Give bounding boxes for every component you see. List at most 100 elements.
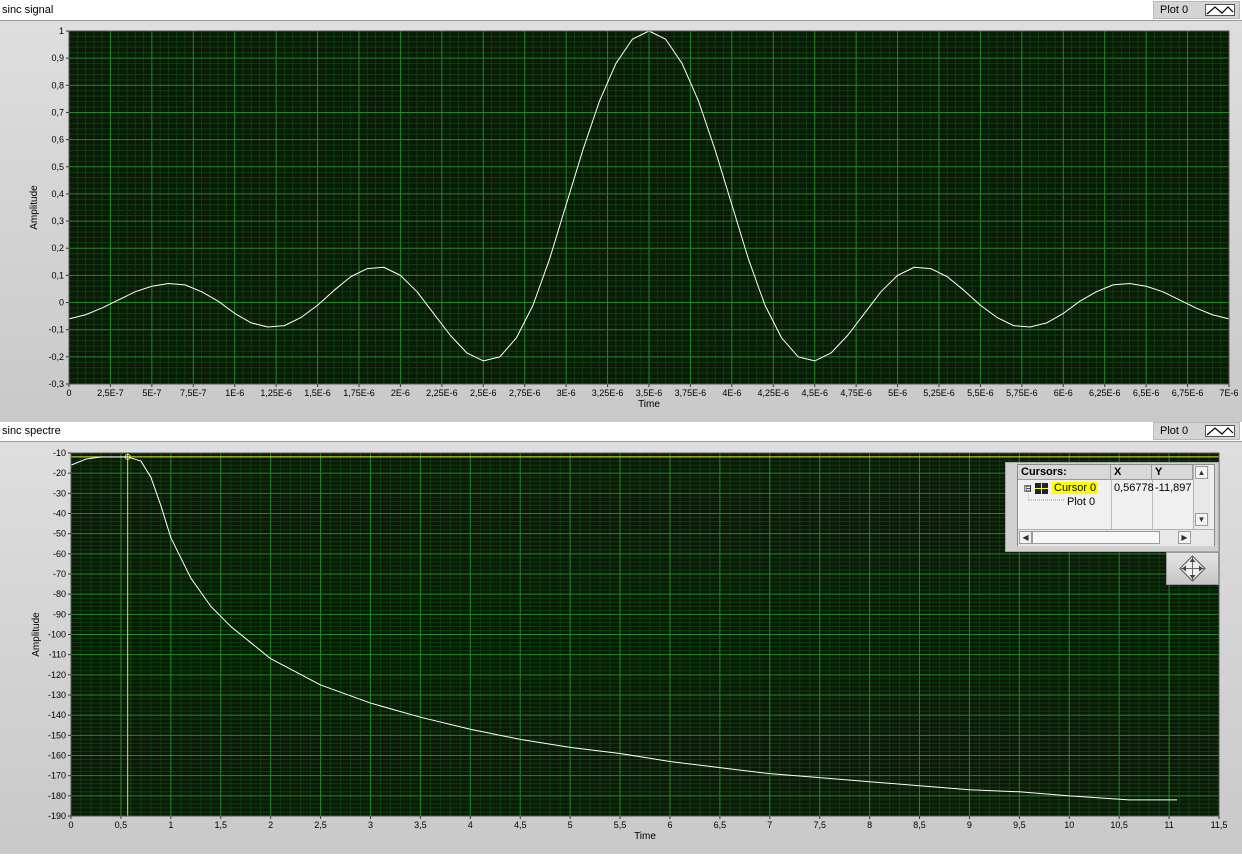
y-tick-label: -0,3 xyxy=(48,379,64,389)
x-tick-label: 11 xyxy=(1164,820,1173,830)
x-tick-label: 6,5E-6 xyxy=(1133,388,1160,398)
y-tick-label: 0,4 xyxy=(51,189,64,199)
cursor-x-value[interactable]: 0,56778 xyxy=(1114,482,1154,494)
x-tick-label: 11,5 xyxy=(1211,820,1228,830)
x-tick-label: 10,5 xyxy=(1110,820,1128,830)
sinc-signal-graph: sinc signal Plot 0 0 2,5E-7 5E-7 7,5E-7 1E-6… xyxy=(0,0,1242,422)
x-axis-label: Time xyxy=(634,831,656,842)
y-tick-label: -180 xyxy=(48,791,66,801)
y-tick-label: 0,8 xyxy=(51,80,64,90)
y-tick-label: -40 xyxy=(53,509,66,519)
y-tick-label: -190 xyxy=(48,811,66,821)
x-tick-label: 0 xyxy=(66,388,71,398)
plot-legend[interactable]: Plot 0 xyxy=(1153,422,1240,440)
y-tick-label: 0,5 xyxy=(51,162,64,172)
y-tick-label: -50 xyxy=(53,529,66,539)
y-tick-label: -60 xyxy=(53,549,66,559)
x-tick-label: 2 xyxy=(268,820,273,830)
x-tick-label: 7 xyxy=(767,820,772,830)
collapse-icon[interactable]: ⊟ xyxy=(1024,485,1032,493)
x-tick-label: 5E-6 xyxy=(888,388,907,398)
y-tick-label: -160 xyxy=(48,751,66,761)
y-tick-label: -90 xyxy=(53,609,66,619)
x-tick-label: 5,5E-6 xyxy=(967,388,994,398)
x-tick-label: 4 xyxy=(468,820,473,830)
y-tick-label: -20 xyxy=(53,468,66,478)
y-tick-label: -150 xyxy=(48,730,66,740)
x-tick-label: 3,5E-6 xyxy=(636,388,663,398)
tree-connector-icon xyxy=(1028,493,1064,501)
x-tick-label: 5,25E-6 xyxy=(923,388,955,398)
y-tick-label: -0,2 xyxy=(48,352,64,362)
y-tick-label: -120 xyxy=(48,670,66,680)
x-tick-label: 3 xyxy=(368,820,373,830)
y-tick-label: -110 xyxy=(49,650,66,660)
x-tick-label: 4E-6 xyxy=(722,388,741,398)
x-tick-label: 0 xyxy=(68,820,73,830)
x-tick-label: 4,25E-6 xyxy=(758,388,790,398)
y-tick-label: -0,1 xyxy=(48,325,64,335)
y-tick-label: 0,6 xyxy=(51,135,64,145)
x-tick-label: 0,5 xyxy=(115,820,128,830)
y-tick-label: 0,2 xyxy=(51,243,64,253)
line-style-icon xyxy=(1205,425,1235,437)
horizontal-scrollbar[interactable]: ◀ ▶ xyxy=(1018,529,1214,546)
x-tick-label: 3,75E-6 xyxy=(675,388,707,398)
x-tick-label: 2,5 xyxy=(314,820,327,830)
cursors-header: Cursors: xyxy=(1018,465,1111,480)
x-tick-label: 5,75E-6 xyxy=(1006,388,1038,398)
x-tick-label: 2E-6 xyxy=(391,388,410,398)
y-tick-label: -100 xyxy=(48,630,66,640)
cursor-legend: Cursors: X Y ⊟ Cursor 0 0,56778 -11,897 … xyxy=(1005,462,1219,552)
diamond-arrows-icon xyxy=(1179,555,1206,582)
y-tick-label: -140 xyxy=(48,710,66,720)
y-tick-label: 1 xyxy=(59,26,64,36)
y-tick-label: -170 xyxy=(48,771,66,781)
y-tick-label: 0,3 xyxy=(51,216,64,226)
scroll-thumb[interactable] xyxy=(1032,531,1160,544)
x-tick-label: 10 xyxy=(1064,820,1074,830)
x-tick-label: 6,75E-6 xyxy=(1172,388,1204,398)
x-tick-label: 3,5 xyxy=(414,820,427,830)
vertical-scrollbar[interactable]: ▲ ▼ xyxy=(1193,465,1210,529)
x-tick-label: 1 xyxy=(168,820,173,830)
scroll-down-icon[interactable]: ▼ xyxy=(1195,513,1208,526)
x-tick-label: 1E-6 xyxy=(225,388,244,398)
x-tick-label: 6,5 xyxy=(714,820,727,830)
x-tick-label: 8,5 xyxy=(913,820,926,830)
y-tick-label: -10 xyxy=(53,448,66,458)
y-tick-label: -30 xyxy=(53,488,66,498)
x-column-header: X xyxy=(1111,465,1152,480)
x-tick-label: 6,25E-6 xyxy=(1089,388,1121,398)
x-tick-label: 3,25E-6 xyxy=(592,388,624,398)
x-tick-label: 1,5 xyxy=(214,820,227,830)
x-tick-label: 7,5 xyxy=(813,820,826,830)
cursor-y-value[interactable]: -11,897 xyxy=(1155,482,1192,494)
x-tick-label: 5 xyxy=(568,820,573,830)
y-tick-label: -80 xyxy=(53,589,66,599)
x-tick-label: 7,5E-7 xyxy=(180,388,207,398)
x-tick-label: 9 xyxy=(967,820,972,830)
legend-label: Plot 0 xyxy=(1160,4,1189,16)
cursor-movement-button[interactable] xyxy=(1166,552,1219,585)
plot-legend[interactable]: Plot 0 xyxy=(1153,1,1240,19)
x-tick-label: 1,5E-6 xyxy=(304,388,331,398)
x-tick-label: 3E-6 xyxy=(557,388,576,398)
y-axis-label: Amplitude xyxy=(29,185,40,230)
x-tick-label: 2,75E-6 xyxy=(509,388,541,398)
scroll-left-icon[interactable]: ◀ xyxy=(1019,531,1032,544)
x-tick-label: 6E-6 xyxy=(1054,388,1073,398)
y-axis-label: Amplitude xyxy=(31,612,42,657)
cursor-plot-name: Plot 0 xyxy=(1067,496,1096,508)
graph-caption: sinc signal xyxy=(2,4,54,16)
x-tick-label: 4,5 xyxy=(514,820,527,830)
x-tick-label: 9,5 xyxy=(1013,820,1026,830)
x-tick-label: 4,5E-6 xyxy=(801,388,828,398)
scroll-up-icon[interactable]: ▲ xyxy=(1195,466,1208,479)
y-column-header: Y xyxy=(1152,465,1193,480)
y-tick-label: 0,1 xyxy=(51,270,64,280)
y-tick-label: 0 xyxy=(59,298,64,308)
legend-label: Plot 0 xyxy=(1160,425,1189,437)
sinc-signal-plot[interactable]: 0 2,5E-7 5E-7 7,5E-7 1E-6 1,25E-6 1,5E-6 1,75E-… xyxy=(0,21,1242,422)
scroll-right-icon[interactable]: ▶ xyxy=(1178,531,1191,544)
